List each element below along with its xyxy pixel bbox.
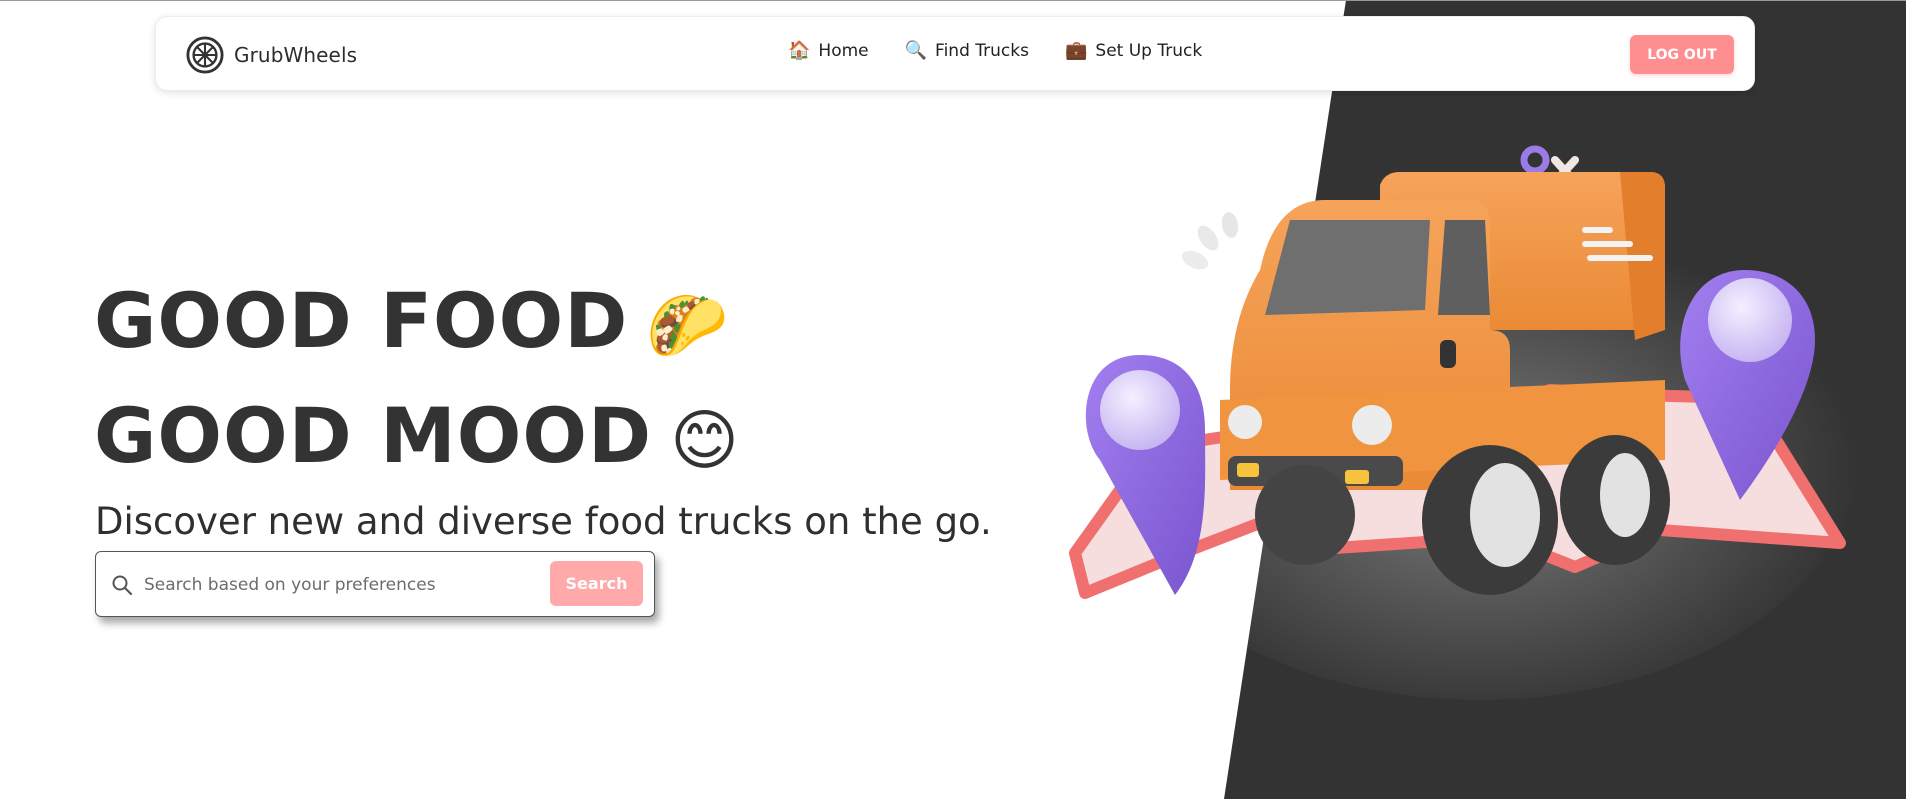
- house-icon: 🏠: [788, 40, 811, 61]
- nav-link-label: Home: [818, 41, 869, 61]
- nav-link-find-trucks[interactable]: 🔍 Find Trucks: [905, 41, 1029, 61]
- magnifier-icon: 🔍: [904, 40, 928, 61]
- brand[interactable]: GrubWheels: [186, 35, 357, 75]
- ring-decoration: [1520, 145, 1550, 175]
- nav-link-label: Set Up Truck: [1095, 41, 1203, 61]
- top-border: [0, 0, 1906, 1]
- brand-name: GrubWheels: [234, 43, 358, 67]
- wheel-icon: [186, 36, 224, 74]
- wheel: [1560, 435, 1670, 565]
- search-icon: [112, 575, 133, 596]
- nav-link-home[interactable]: 🏠 Home: [788, 41, 869, 61]
- hero-headline-line2: GOOD MOOD 😊: [94, 398, 740, 474]
- search-bar: Search: [95, 551, 655, 617]
- wheel: [1255, 465, 1355, 565]
- nav-link-set-up-truck[interactable]: 💼 Set Up Truck: [1065, 41, 1202, 61]
- taco-icon: 🌮: [646, 287, 730, 364]
- logout-button[interactable]: LOG OUT: [1630, 35, 1734, 74]
- truck: [1220, 172, 1670, 595]
- search-button[interactable]: Search: [550, 561, 643, 606]
- hero-headline-text: GOOD MOOD: [94, 391, 653, 480]
- nav-link-label: Find Trucks: [935, 41, 1029, 61]
- smiling-face-icon: 😊: [670, 402, 740, 479]
- hero-headline-line1: GOOD FOOD 🌮: [94, 283, 730, 359]
- nav-links: 🏠 Home 🔍 Find Trucks 💼 Set Up Truck: [788, 41, 1202, 61]
- hero-headline-text: GOOD FOOD: [94, 276, 629, 365]
- briefcase-icon: 💼: [1064, 40, 1088, 61]
- search-input[interactable]: [144, 566, 484, 604]
- navbar: GrubWheels 🏠 Home 🔍 Find Trucks 💼 Set Up…: [155, 16, 1755, 91]
- food-truck-illustration: [1069, 145, 1860, 700]
- wheel: [1422, 445, 1558, 595]
- hero-subtitle: Discover new and diverse food trucks on …: [95, 500, 992, 543]
